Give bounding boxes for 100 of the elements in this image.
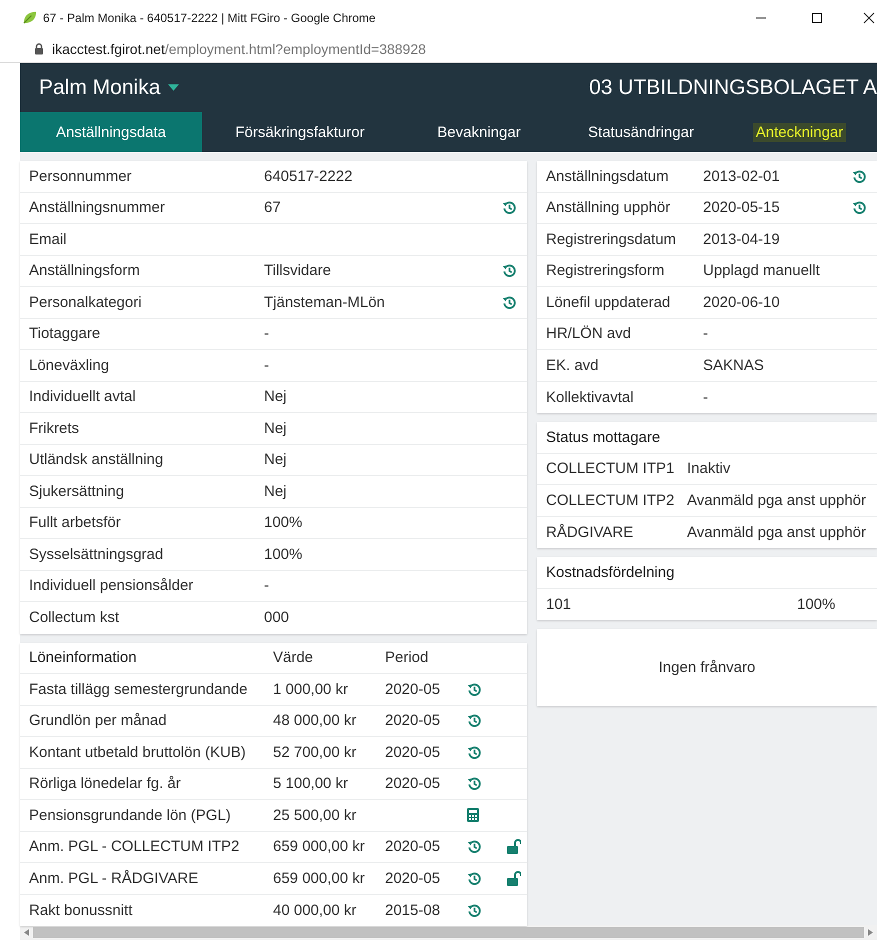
field-value: Nej [264, 482, 288, 500]
window-title: 67 - Palm Monika - 640517-2222 | Mitt FGiro - Google Chrome [43, 10, 376, 24]
column-header: Värde [273, 649, 314, 666]
field-value: 67 [264, 199, 282, 216]
url-host: ikacctest.fgirot.net [52, 40, 165, 56]
field-label: EK. avd [546, 356, 600, 374]
tab[interactable]: Anteckningar [722, 112, 877, 152]
table-cell-text: Grundlön per månad [29, 712, 168, 730]
field-label: Sjukersättning [29, 482, 126, 500]
field-label: Registreringsdatum [546, 230, 678, 248]
recipient-status: Inaktiv [687, 460, 730, 478]
field-value: 100% [264, 514, 304, 532]
unlock-icon[interactable] [507, 870, 521, 886]
table-cell-text: 1 000,00 kr [273, 680, 350, 698]
field-value: SAKNAS [703, 356, 765, 374]
field-value: - [264, 356, 270, 374]
table-cell-text: 101 [546, 596, 572, 613]
tab[interactable]: Bevakningar [398, 112, 560, 152]
close-icon[interactable] [863, 12, 875, 24]
empty-message: Ingen frånvaro [658, 659, 756, 676]
history-icon[interactable] [467, 744, 482, 760]
panel-title: Status mottagare [546, 428, 660, 446]
column-header: Period [385, 649, 430, 666]
field-value: 640517-2222 [264, 168, 354, 185]
field-label: Frikrets [29, 420, 80, 437]
tab[interactable]: Försäkringsfakturor [202, 112, 398, 152]
table-cell-text: Rakt bonussnitt [29, 902, 134, 919]
field-label: Anställningsform [29, 262, 141, 280]
horizontal-scrollbar[interactable] [20, 925, 877, 940]
table-cell-text: 2020-05 [385, 838, 442, 856]
history-icon[interactable] [467, 713, 482, 728]
history-icon[interactable] [502, 294, 517, 310]
scroll-left-icon[interactable] [24, 929, 29, 936]
history-icon[interactable] [467, 682, 482, 697]
table-cell-text: 2020-05 [385, 680, 442, 698]
history-icon[interactable] [467, 839, 482, 854]
maximize-icon[interactable] [811, 12, 823, 24]
table-cell-text: 2020-05 [385, 744, 442, 761]
history-icon[interactable] [502, 263, 517, 278]
history-icon[interactable] [502, 200, 517, 216]
table-cell-text: 40 000,00 kr [273, 902, 358, 919]
field-value: - [703, 325, 709, 342]
field-label: Kollektivavtal [546, 388, 635, 406]
recipient-status: Avanmäld pga anst upphör [687, 524, 866, 541]
history-icon[interactable] [467, 776, 482, 792]
table-cell: 100% [797, 596, 836, 613]
table-cell-text: 5 100,00 kr [273, 775, 350, 792]
field-label: Sysselsättningsgrad [29, 546, 164, 563]
company-name: 03 UTBILDNINGSBOLAGET A [589, 76, 877, 100]
field-label: Utländsk anställning [29, 451, 164, 468]
field-label: Tiotaggare [29, 325, 102, 342]
table-cell-text: 52 700,00 kr [273, 744, 358, 761]
field-value: - [703, 388, 709, 406]
table-cell-text: Anm. PGL - RÅDGIVARE [29, 870, 200, 887]
scroll-right-icon[interactable] [868, 929, 873, 936]
field-label: Personalkategori [29, 294, 143, 311]
tab[interactable]: Anställningsdata [20, 112, 202, 152]
field-value: Tjänsteman-MLön [264, 294, 386, 311]
field-label: Individuell pensionsålder [29, 577, 194, 594]
field-label: Löneväxling [29, 356, 110, 374]
history-icon[interactable] [467, 902, 482, 918]
field-label: Email [29, 230, 68, 248]
field-value: Upplagd manuellt [703, 262, 821, 280]
table-cell-text: Fasta tillägg semestergrundande [29, 680, 248, 698]
field-label: Lönefil uppdaterad [546, 294, 672, 311]
field-value: Nej [264, 420, 288, 437]
caret-icon[interactable] [168, 84, 180, 91]
recipient-status: Avanmäld pga anst upphör [687, 492, 866, 509]
tab[interactable]: Statusändringar [560, 112, 722, 152]
table-cell-text: Rörliga lönedelar fg. år [29, 775, 182, 792]
field-label: Personnummer [29, 168, 133, 185]
table-cell-text: Kontant utbetald bruttolön (KUB) [29, 744, 247, 761]
table-cell-text: 2020-05 [385, 712, 442, 730]
field-value: - [264, 325, 270, 342]
field-value: Nej [264, 451, 288, 468]
history-icon[interactable] [467, 870, 482, 886]
recipient-name: RÅDGIVARE [546, 524, 634, 541]
field-label: Registreringsform [546, 262, 666, 280]
url-path: /employment.html?employmentId=388928 [164, 40, 426, 56]
field-value: 2013-04-19 [703, 230, 781, 248]
field-label: HR/LÖN avd [546, 325, 632, 342]
table-cell-text: 2015-08 [385, 902, 442, 919]
table-cell-text: 659 000,00 kr [273, 838, 366, 856]
unlock-icon[interactable] [507, 839, 521, 854]
calculator-icon[interactable] [467, 808, 479, 822]
table-cell-text: 659 000,00 kr [273, 870, 366, 887]
field-label: Anställningsnummer [29, 199, 166, 216]
leaf-icon [22, 10, 37, 25]
table-cell-text: 48 000,00 kr [273, 712, 358, 730]
field-value: 100% [264, 546, 304, 563]
field-label: Anställningsdatum [546, 168, 670, 185]
field-label: Fullt arbetsför [29, 514, 122, 532]
history-icon[interactable] [852, 168, 867, 184]
recipient-name: COLLECTUM ITP2 [546, 492, 676, 509]
history-icon[interactable] [852, 200, 867, 216]
lock-icon [34, 42, 44, 54]
field-value: 2020-05-15 [703, 199, 781, 216]
recipient-name: COLLECTUM ITP1 [546, 460, 676, 478]
field-label: Individuellt avtal [29, 388, 137, 406]
person-name[interactable]: Palm Monika [39, 76, 160, 100]
